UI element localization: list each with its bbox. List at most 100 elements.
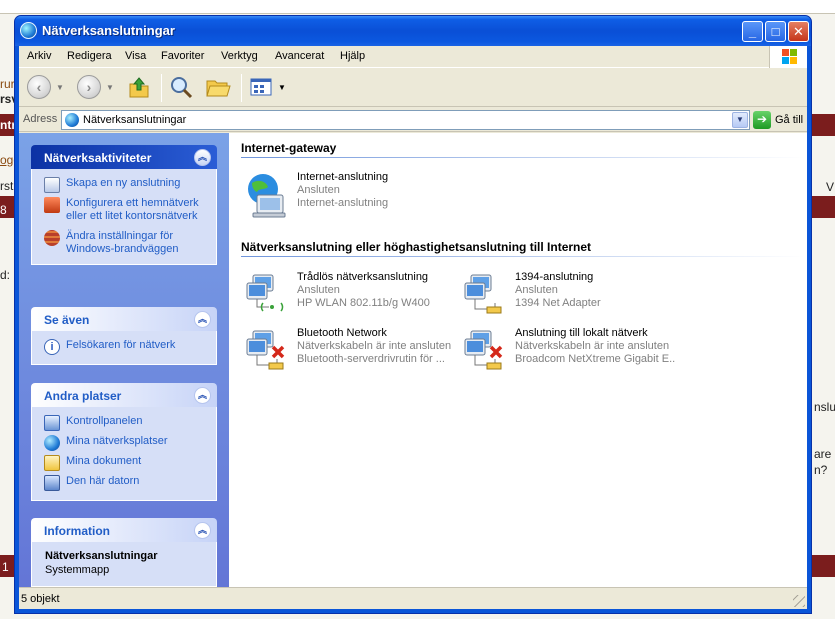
back-icon[interactable]: ‹: [27, 75, 51, 99]
back-dropdown-icon[interactable]: ▼: [56, 83, 64, 92]
control-panel-icon: [44, 415, 60, 431]
close-button[interactable]: ✕: [788, 21, 809, 42]
background-text: 8: [0, 203, 7, 217]
views-dropdown-icon[interactable]: ▼: [278, 83, 286, 92]
maximize-button[interactable]: □: [765, 21, 786, 42]
collapse-chevron-icon[interactable]: ︽: [194, 387, 211, 404]
status-item-count: 5 objekt: [21, 593, 60, 605]
minimize-button[interactable]: _: [742, 21, 763, 42]
task-label: Felsökaren för nätverk: [66, 339, 176, 351]
connection-status: Ansluten: [297, 284, 340, 296]
other-places-title: Andra platser: [44, 389, 122, 403]
task-firewall-settings[interactable]: Ändra inställningar för Windows-brandväg…: [44, 230, 208, 256]
background-text: rst: [0, 179, 14, 193]
folders-icon[interactable]: [205, 75, 233, 101]
background-text: 1: [2, 560, 9, 574]
connection-local-network[interactable]: Anslutning till lokalt nätverk Nätverksk…: [461, 327, 676, 370]
network-tasks-header[interactable]: Nätverksaktiviteter ︽: [31, 145, 217, 169]
up-folder-icon[interactable]: [127, 75, 153, 101]
connection-status: Nätverkskabeln är inte ansluten: [297, 340, 452, 352]
background-text: d:: [0, 268, 11, 282]
background-text: n?: [814, 463, 828, 477]
disconnected-lan-icon: [246, 330, 285, 370]
place-network-places[interactable]: Mina nätverksplatser: [44, 435, 208, 451]
task-label: Konfigurera ett hemnätverk eller ett lit…: [66, 197, 199, 222]
documents-folder-icon: [44, 455, 60, 471]
task-create-connection[interactable]: Skapa en ny anslutning: [44, 177, 208, 193]
window-title: Nätverksanslutningar: [42, 23, 175, 38]
group-header-gateway: Internet-gateway: [241, 141, 337, 155]
place-my-documents[interactable]: Mina dokument: [44, 455, 208, 471]
forward-icon[interactable]: ›: [77, 75, 101, 99]
connection-device: 1394 Net Adapter: [515, 297, 601, 309]
task-network-troubleshooter[interactable]: i Felsökaren för nätverk: [44, 339, 208, 355]
task-label: Mina nätverksplatser: [66, 435, 168, 447]
menu-help[interactable]: Hjälp: [340, 50, 365, 62]
network-places-icon: [44, 435, 60, 451]
new-connection-icon: [44, 177, 60, 193]
resize-grip-icon[interactable]: [793, 595, 805, 607]
chevron-down-icon[interactable]: ▼: [732, 112, 748, 128]
search-icon[interactable]: [169, 75, 195, 101]
content-pane: Internet-gateway Internet-anslutning Ans…: [229, 133, 807, 591]
address-bar: Adress Nätverksanslutningar ▼ ➔ Gå till: [19, 108, 807, 132]
explorer-window: Nätverksanslutningar _ □ ✕ Arkiv Rediger…: [14, 15, 812, 614]
network-connections-icon: [20, 22, 37, 39]
status-bar: 5 objekt: [19, 587, 807, 609]
other-places-panel: Andra platser ︽ Kontrollpanelen Mina nät…: [31, 383, 217, 501]
disconnected-lan-icon: [464, 330, 503, 370]
details-type: Systemmapp: [45, 564, 110, 576]
collapse-chevron-icon[interactable]: ︽: [194, 522, 211, 539]
connection-wireless[interactable]: Trådlös nätverksanslutning Ansluten HP W…: [243, 271, 458, 313]
menu-favorites[interactable]: Favoriter: [161, 50, 204, 62]
menu-tools[interactable]: Verktyg: [221, 50, 258, 62]
collapse-chevron-icon[interactable]: ︽: [194, 149, 211, 166]
task-label: Mina dokument: [66, 455, 142, 467]
internet-gateway-icon: [248, 174, 286, 218]
place-control-panel[interactable]: Kontrollpanelen: [44, 415, 208, 431]
group-divider: [241, 157, 805, 158]
connection-device: Broadcom NetXtreme Gigabit E...: [515, 353, 675, 365]
connection-1394[interactable]: 1394-anslutning Ansluten 1394 Net Adapte…: [461, 271, 676, 314]
details-header[interactable]: Information ︽: [31, 518, 217, 542]
details-title: Information: [44, 524, 110, 538]
task-home-network[interactable]: Konfigurera ett hemnätverk eller ett lit…: [44, 197, 208, 223]
connection-status: Nätverkskabeln är inte ansluten: [515, 340, 670, 352]
task-label: Kontrollpanelen: [66, 415, 143, 427]
go-arrow-icon[interactable]: ➔: [753, 111, 771, 129]
task-label: Ändra inställningar för Windows-brandväg…: [66, 230, 179, 255]
address-input[interactable]: Nätverksanslutningar ▼: [61, 110, 750, 130]
place-my-computer[interactable]: Den här datorn: [44, 475, 208, 491]
other-places-header[interactable]: Andra platser ︽: [31, 383, 217, 407]
menu-edit[interactable]: Redigera: [67, 50, 112, 62]
connection-device: HP WLAN 802.11b/g W400: [297, 297, 430, 309]
task-label: Skapa en ny anslutning: [66, 177, 181, 189]
collapse-chevron-icon[interactable]: ︽: [194, 311, 211, 328]
go-button[interactable]: Gå till: [775, 114, 803, 126]
connection-status: Ansluten: [297, 184, 340, 196]
task-label: Den här datorn: [66, 475, 140, 487]
network-tasks-panel: Nätverksaktiviteter ︽ Skapa en ny anslut…: [31, 145, 217, 265]
connection-name: 1394-anslutning: [515, 271, 594, 283]
connection-device: Bluetooth-serverdrivrutin för ...: [297, 353, 445, 365]
group-divider: [241, 256, 805, 257]
views-icon[interactable]: [249, 75, 275, 101]
forward-dropdown-icon[interactable]: ▼: [106, 83, 114, 92]
connection-status: Ansluten: [515, 284, 558, 296]
title-bar[interactable]: Nätverksanslutningar _ □ ✕: [15, 16, 811, 46]
connection-bluetooth[interactable]: Bluetooth Network Nätverkskabeln är inte…: [243, 327, 458, 370]
home-network-icon: [44, 197, 60, 213]
details-name: Nätverksanslutningar: [45, 550, 158, 562]
background-toolbar: [0, 0, 835, 14]
connection-name: Internet-anslutning: [297, 171, 389, 183]
connection-name: Bluetooth Network: [297, 327, 387, 339]
see-also-header[interactable]: Se även ︽: [31, 307, 217, 331]
menu-file[interactable]: Arkiv: [27, 50, 51, 62]
menu-advanced[interactable]: Avancerat: [275, 50, 324, 62]
firewall-icon: [44, 230, 60, 246]
menu-view[interactable]: Visa: [125, 50, 146, 62]
windows-logo-icon: [769, 46, 807, 68]
details-panel: Information ︽ Nätverksanslutningar Syste…: [31, 518, 217, 587]
see-also-title: Se även: [44, 313, 90, 327]
connection-internet[interactable]: Internet-anslutning Ansluten Internet-an…: [243, 171, 458, 218]
